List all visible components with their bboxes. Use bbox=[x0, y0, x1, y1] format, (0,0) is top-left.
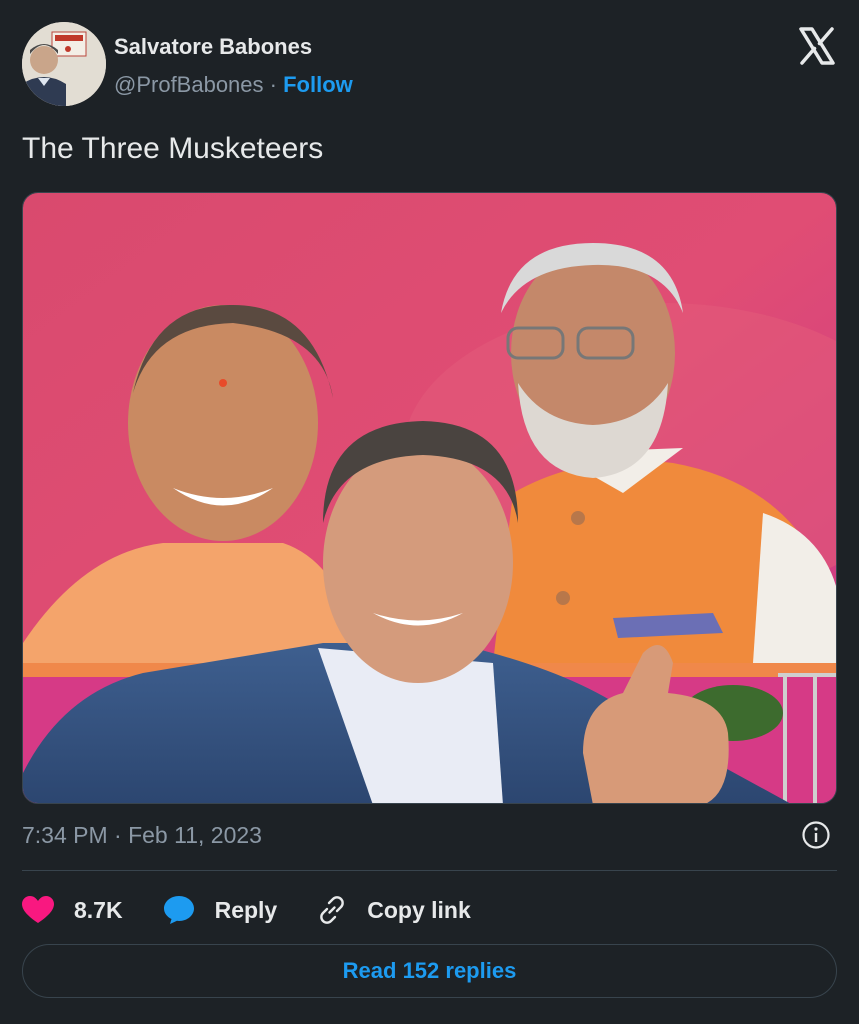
tweet-text: The Three Musketeers bbox=[22, 132, 324, 165]
avatar[interactable] bbox=[22, 22, 106, 106]
divider bbox=[22, 870, 837, 871]
reply-bubble-icon bbox=[163, 896, 194, 924]
handle-row: @ProfBabones · Follow bbox=[114, 72, 353, 98]
tweet-embed-card: Salvatore Babones @ProfBabones · Follow … bbox=[0, 0, 859, 1024]
separator-dot: · bbox=[269, 72, 277, 97]
follow-button[interactable]: Follow bbox=[283, 72, 353, 97]
action-bar: 8.7K Reply Copy link bbox=[22, 888, 511, 932]
copy-link-label: Copy link bbox=[367, 896, 471, 923]
tweet-timestamp[interactable]: 7:34 PM · Feb 11, 2023 bbox=[22, 822, 262, 849]
tweet-photo[interactable] bbox=[22, 192, 837, 804]
reply-label: Reply bbox=[214, 896, 278, 923]
tweet-header: Salvatore Babones @ProfBabones · Follow bbox=[22, 22, 837, 108]
author-handle[interactable]: @ProfBabones bbox=[114, 72, 264, 97]
reply-button[interactable]: Reply bbox=[163, 895, 278, 925]
like-button[interactable]: 8.7K bbox=[22, 896, 123, 924]
heart-icon bbox=[22, 896, 54, 923]
x-logo-icon[interactable] bbox=[797, 26, 837, 66]
author-name[interactable]: Salvatore Babones bbox=[114, 34, 312, 60]
like-count: 8.7K bbox=[74, 896, 123, 923]
read-replies-button[interactable]: Read 152 replies bbox=[22, 944, 837, 998]
info-icon[interactable] bbox=[801, 820, 831, 850]
link-icon bbox=[320, 896, 345, 924]
copy-link-button[interactable]: Copy link bbox=[317, 895, 471, 925]
